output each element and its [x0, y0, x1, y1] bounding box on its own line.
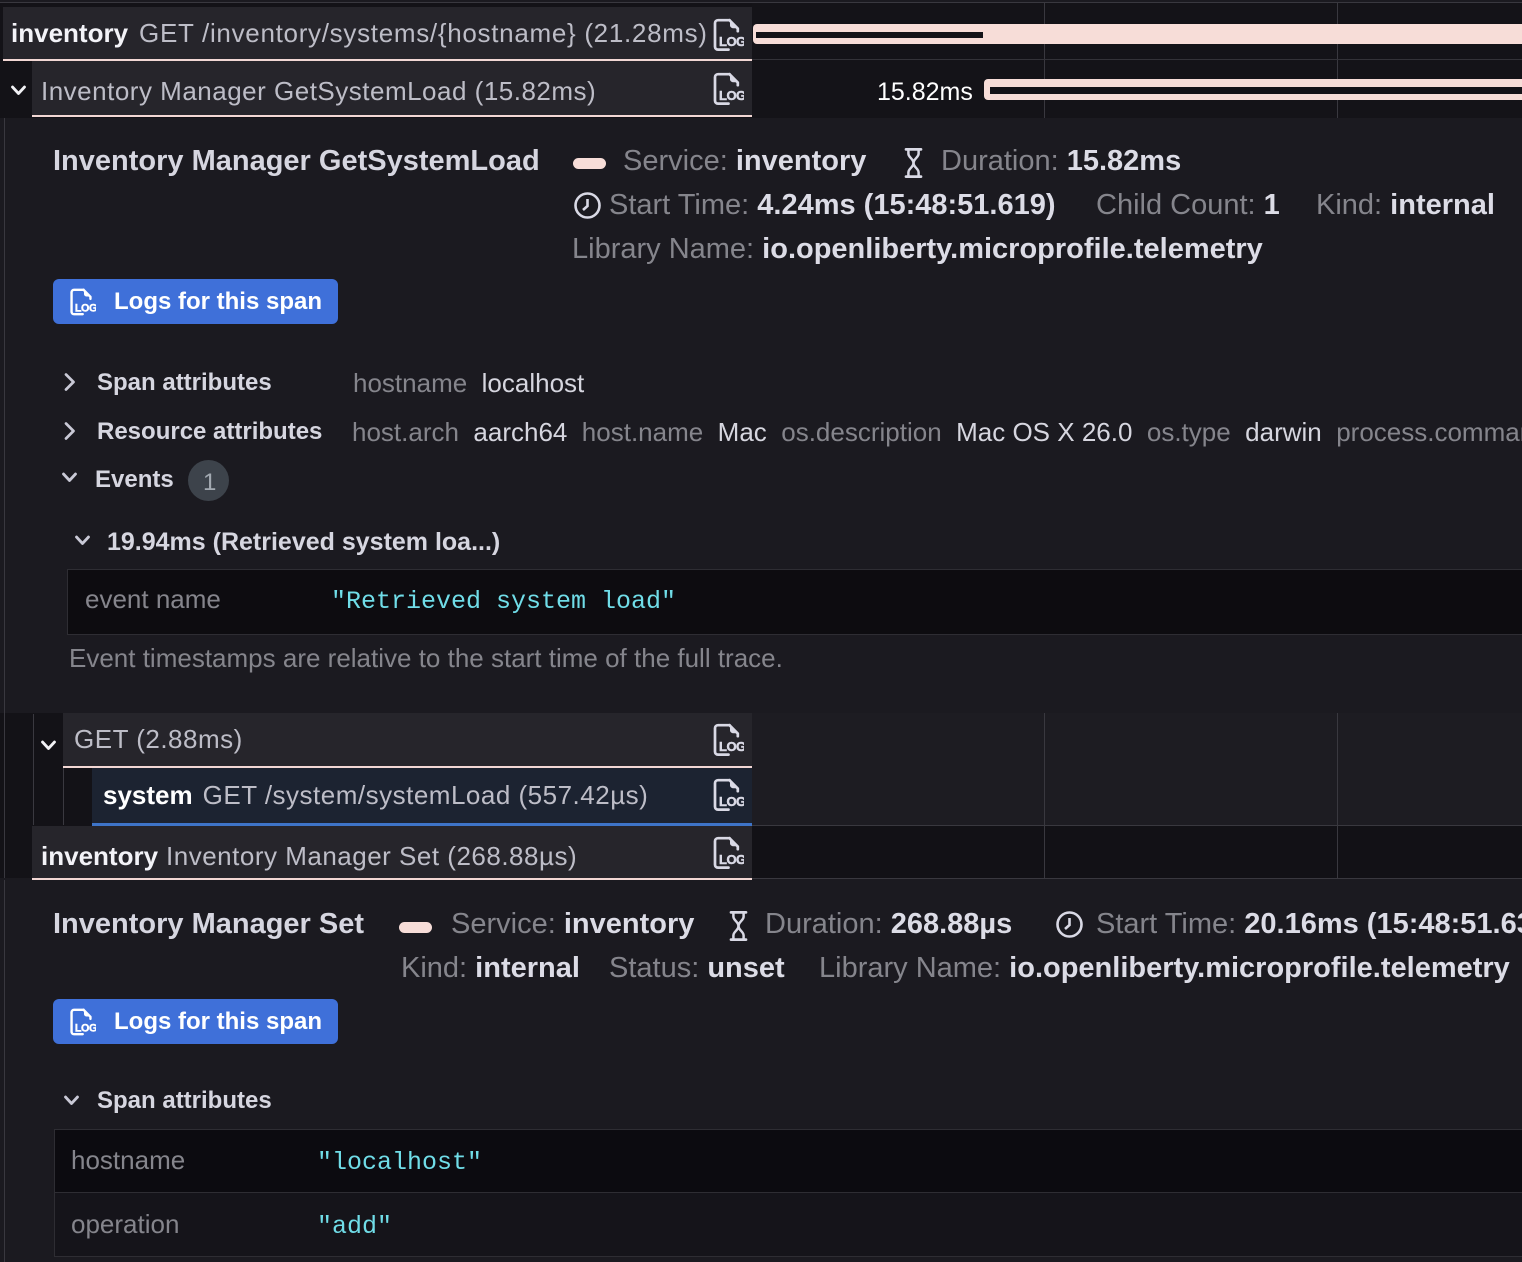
- svg-text:LOG: LOG: [719, 852, 744, 867]
- svg-text:LOG: LOG: [719, 739, 744, 754]
- svg-text:LOG: LOG: [75, 302, 96, 314]
- svg-text:LOG: LOG: [719, 794, 744, 809]
- svg-text:LOG: LOG: [75, 1022, 96, 1034]
- svg-text:LOG: LOG: [719, 88, 744, 103]
- svg-text:LOG: LOG: [719, 34, 744, 49]
